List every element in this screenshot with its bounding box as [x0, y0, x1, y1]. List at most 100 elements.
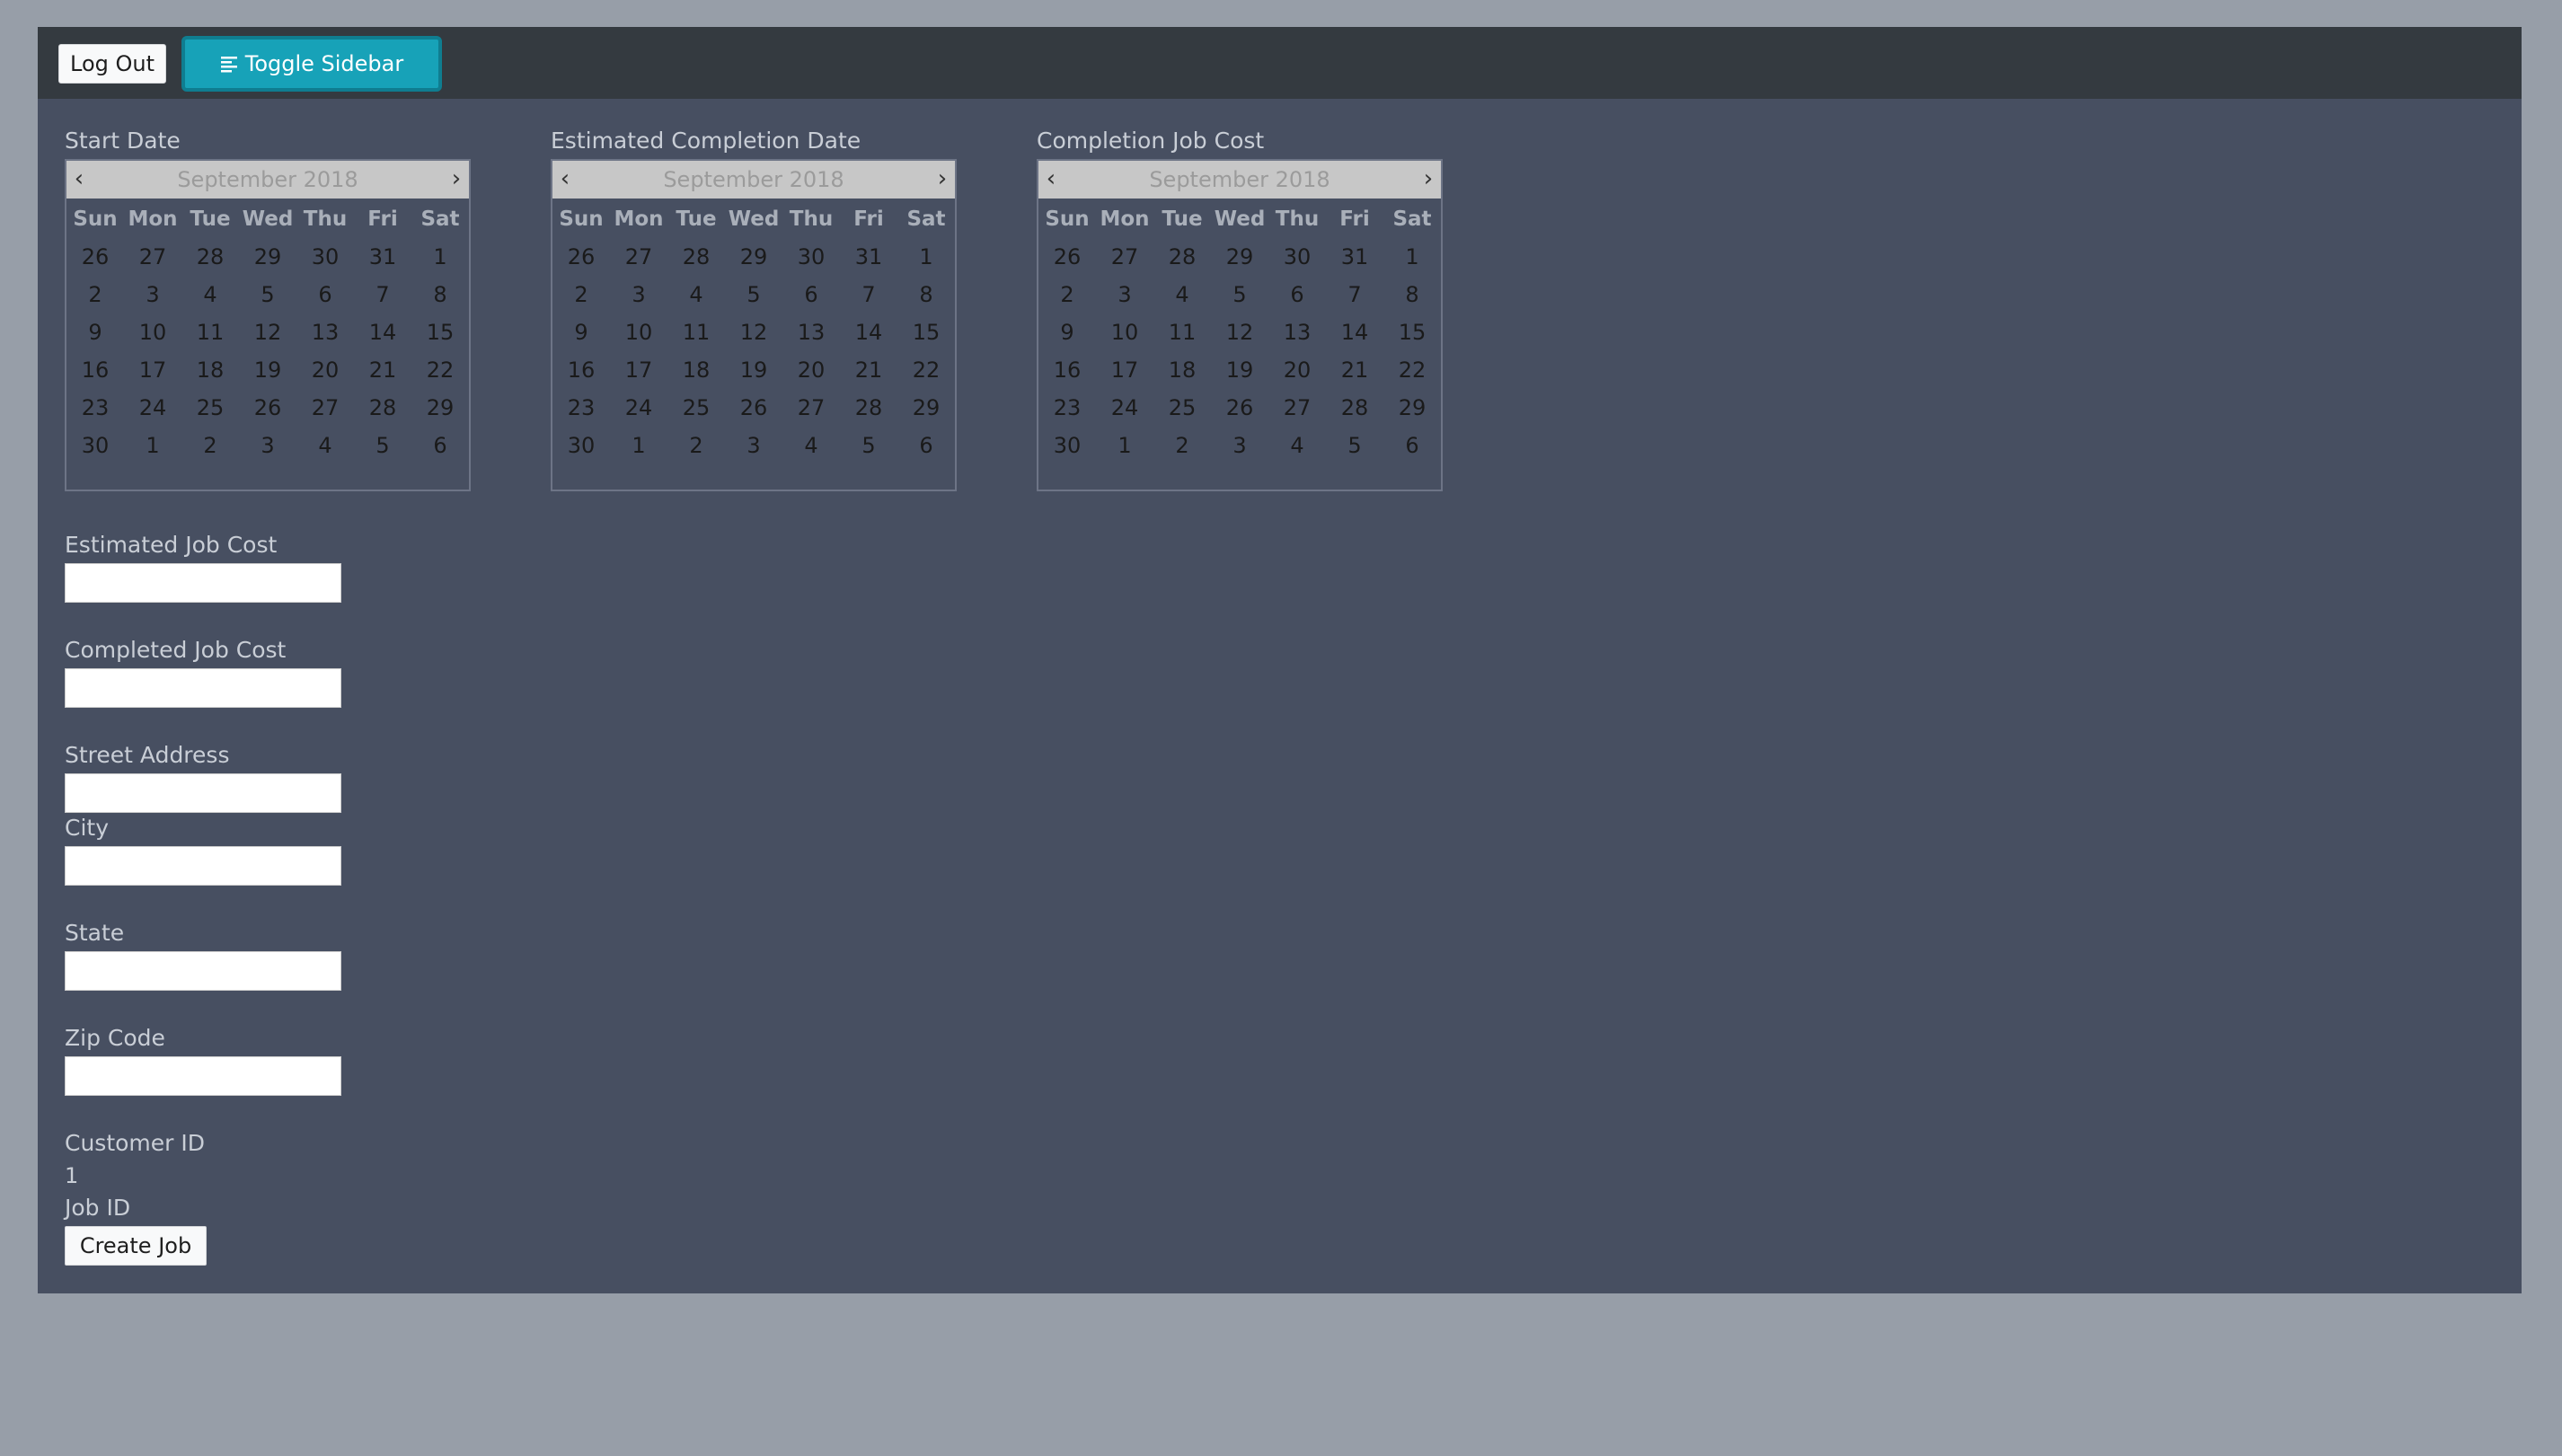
estimated-job-cost-input[interactable]: [65, 563, 341, 603]
calendar-day[interactable]: 1: [124, 427, 181, 464]
calendar-day[interactable]: 12: [1211, 313, 1268, 351]
calendar-day[interactable]: 3: [239, 427, 296, 464]
calendar-day[interactable]: 28: [667, 238, 725, 276]
calendar-day[interactable]: 29: [239, 238, 296, 276]
calendar-day[interactable]: 5: [1326, 427, 1383, 464]
start-date-calendar[interactable]: September 2018 ‹ › Sun Mon Tue Wed Thu F…: [65, 159, 471, 491]
calendar-day[interactable]: 20: [1268, 351, 1326, 389]
chevron-right-icon[interactable]: ›: [930, 161, 955, 199]
chevron-right-icon[interactable]: ›: [444, 161, 469, 199]
calendar-day[interactable]: 29: [411, 389, 469, 427]
calendar-day[interactable]: 30: [782, 238, 840, 276]
state-input[interactable]: [65, 951, 341, 991]
calendar-day[interactable]: 2: [66, 276, 124, 313]
calendar-day[interactable]: 22: [1383, 351, 1441, 389]
calendar-day[interactable]: 6: [296, 276, 354, 313]
zip-code-input[interactable]: [65, 1056, 341, 1096]
calendar-day[interactable]: 30: [296, 238, 354, 276]
calendar-day[interactable]: 13: [296, 313, 354, 351]
calendar-day[interactable]: 26: [1038, 238, 1096, 276]
calendar-day[interactable]: 31: [354, 238, 411, 276]
calendar-day[interactable]: 3: [124, 276, 181, 313]
calendar-day[interactable]: 6: [897, 427, 955, 464]
calendar-day[interactable]: 18: [667, 351, 725, 389]
calendar-day[interactable]: 2: [1038, 276, 1096, 313]
calendar-day[interactable]: 5: [239, 276, 296, 313]
calendar-day[interactable]: 11: [181, 313, 239, 351]
calendar-day[interactable]: 27: [296, 389, 354, 427]
chevron-left-icon[interactable]: ‹: [552, 161, 578, 199]
calendar-day[interactable]: 17: [1096, 351, 1153, 389]
calendar-day[interactable]: 7: [1326, 276, 1383, 313]
calendar-day[interactable]: 29: [1383, 389, 1441, 427]
calendar-day[interactable]: 6: [411, 427, 469, 464]
calendar-day[interactable]: 11: [667, 313, 725, 351]
calendar-day[interactable]: 6: [782, 276, 840, 313]
calendar-day[interactable]: 15: [1383, 313, 1441, 351]
calendar-day[interactable]: 9: [1038, 313, 1096, 351]
completed-job-cost-input[interactable]: [65, 668, 341, 708]
calendar-day[interactable]: 31: [840, 238, 897, 276]
calendar-day[interactable]: 9: [66, 313, 124, 351]
calendar-day[interactable]: 27: [1268, 389, 1326, 427]
calendar-day[interactable]: 2: [1153, 427, 1211, 464]
calendar-day[interactable]: 16: [552, 351, 610, 389]
calendar-day[interactable]: 4: [181, 276, 239, 313]
calendar-day[interactable]: 2: [552, 276, 610, 313]
calendar-day[interactable]: 15: [411, 313, 469, 351]
calendar-day[interactable]: 22: [411, 351, 469, 389]
calendar-day[interactable]: 2: [181, 427, 239, 464]
estimated-completion-date-calendar[interactable]: September 2018 ‹ › Sun Mon Tue Wed Thu F…: [551, 159, 957, 491]
calendar-day[interactable]: 12: [725, 313, 782, 351]
calendar-day[interactable]: 1: [411, 238, 469, 276]
calendar-day[interactable]: 1: [897, 238, 955, 276]
chevron-left-icon[interactable]: ‹: [66, 161, 92, 199]
calendar-day[interactable]: 26: [725, 389, 782, 427]
calendar-day[interactable]: 21: [354, 351, 411, 389]
calendar-day[interactable]: 5: [725, 276, 782, 313]
calendar-day[interactable]: 21: [1326, 351, 1383, 389]
calendar-day[interactable]: 1: [610, 427, 667, 464]
calendar-day[interactable]: 11: [1153, 313, 1211, 351]
calendar-day[interactable]: 7: [840, 276, 897, 313]
calendar-day[interactable]: 8: [411, 276, 469, 313]
calendar-day[interactable]: 4: [296, 427, 354, 464]
calendar-day[interactable]: 30: [552, 427, 610, 464]
calendar-day[interactable]: 25: [181, 389, 239, 427]
calendar-day[interactable]: 4: [1153, 276, 1211, 313]
calendar-day[interactable]: 14: [1326, 313, 1383, 351]
calendar-day[interactable]: 28: [1326, 389, 1383, 427]
calendar-day[interactable]: 1: [1096, 427, 1153, 464]
chevron-right-icon[interactable]: ›: [1416, 161, 1441, 199]
calendar-day[interactable]: 17: [610, 351, 667, 389]
calendar-day[interactable]: 19: [239, 351, 296, 389]
calendar-day[interactable]: 26: [66, 238, 124, 276]
street-address-input[interactable]: [65, 773, 341, 813]
calendar-day[interactable]: 29: [897, 389, 955, 427]
calendar-day[interactable]: 23: [1038, 389, 1096, 427]
calendar-day[interactable]: 3: [610, 276, 667, 313]
calendar-day[interactable]: 26: [1211, 389, 1268, 427]
calendar-day[interactable]: 12: [239, 313, 296, 351]
calendar-day[interactable]: 6: [1383, 427, 1441, 464]
calendar-day[interactable]: 4: [667, 276, 725, 313]
calendar-day[interactable]: 30: [1038, 427, 1096, 464]
chevron-left-icon[interactable]: ‹: [1038, 161, 1064, 199]
calendar-day[interactable]: 7: [354, 276, 411, 313]
calendar-day[interactable]: 4: [782, 427, 840, 464]
calendar-day[interactable]: 20: [782, 351, 840, 389]
calendar-day[interactable]: 30: [66, 427, 124, 464]
calendar-day[interactable]: 28: [1153, 238, 1211, 276]
calendar-day[interactable]: 14: [354, 313, 411, 351]
calendar-day[interactable]: 18: [181, 351, 239, 389]
calendar-day[interactable]: 24: [124, 389, 181, 427]
calendar-day[interactable]: 3: [1096, 276, 1153, 313]
calendar-day[interactable]: 8: [1383, 276, 1441, 313]
calendar-day[interactable]: 5: [840, 427, 897, 464]
log-out-button[interactable]: Log Out: [58, 44, 167, 84]
create-job-button[interactable]: Create Job: [65, 1226, 207, 1266]
calendar-day[interactable]: 25: [667, 389, 725, 427]
calendar-day[interactable]: 6: [1268, 276, 1326, 313]
calendar-day[interactable]: 20: [296, 351, 354, 389]
calendar-day[interactable]: 18: [1153, 351, 1211, 389]
